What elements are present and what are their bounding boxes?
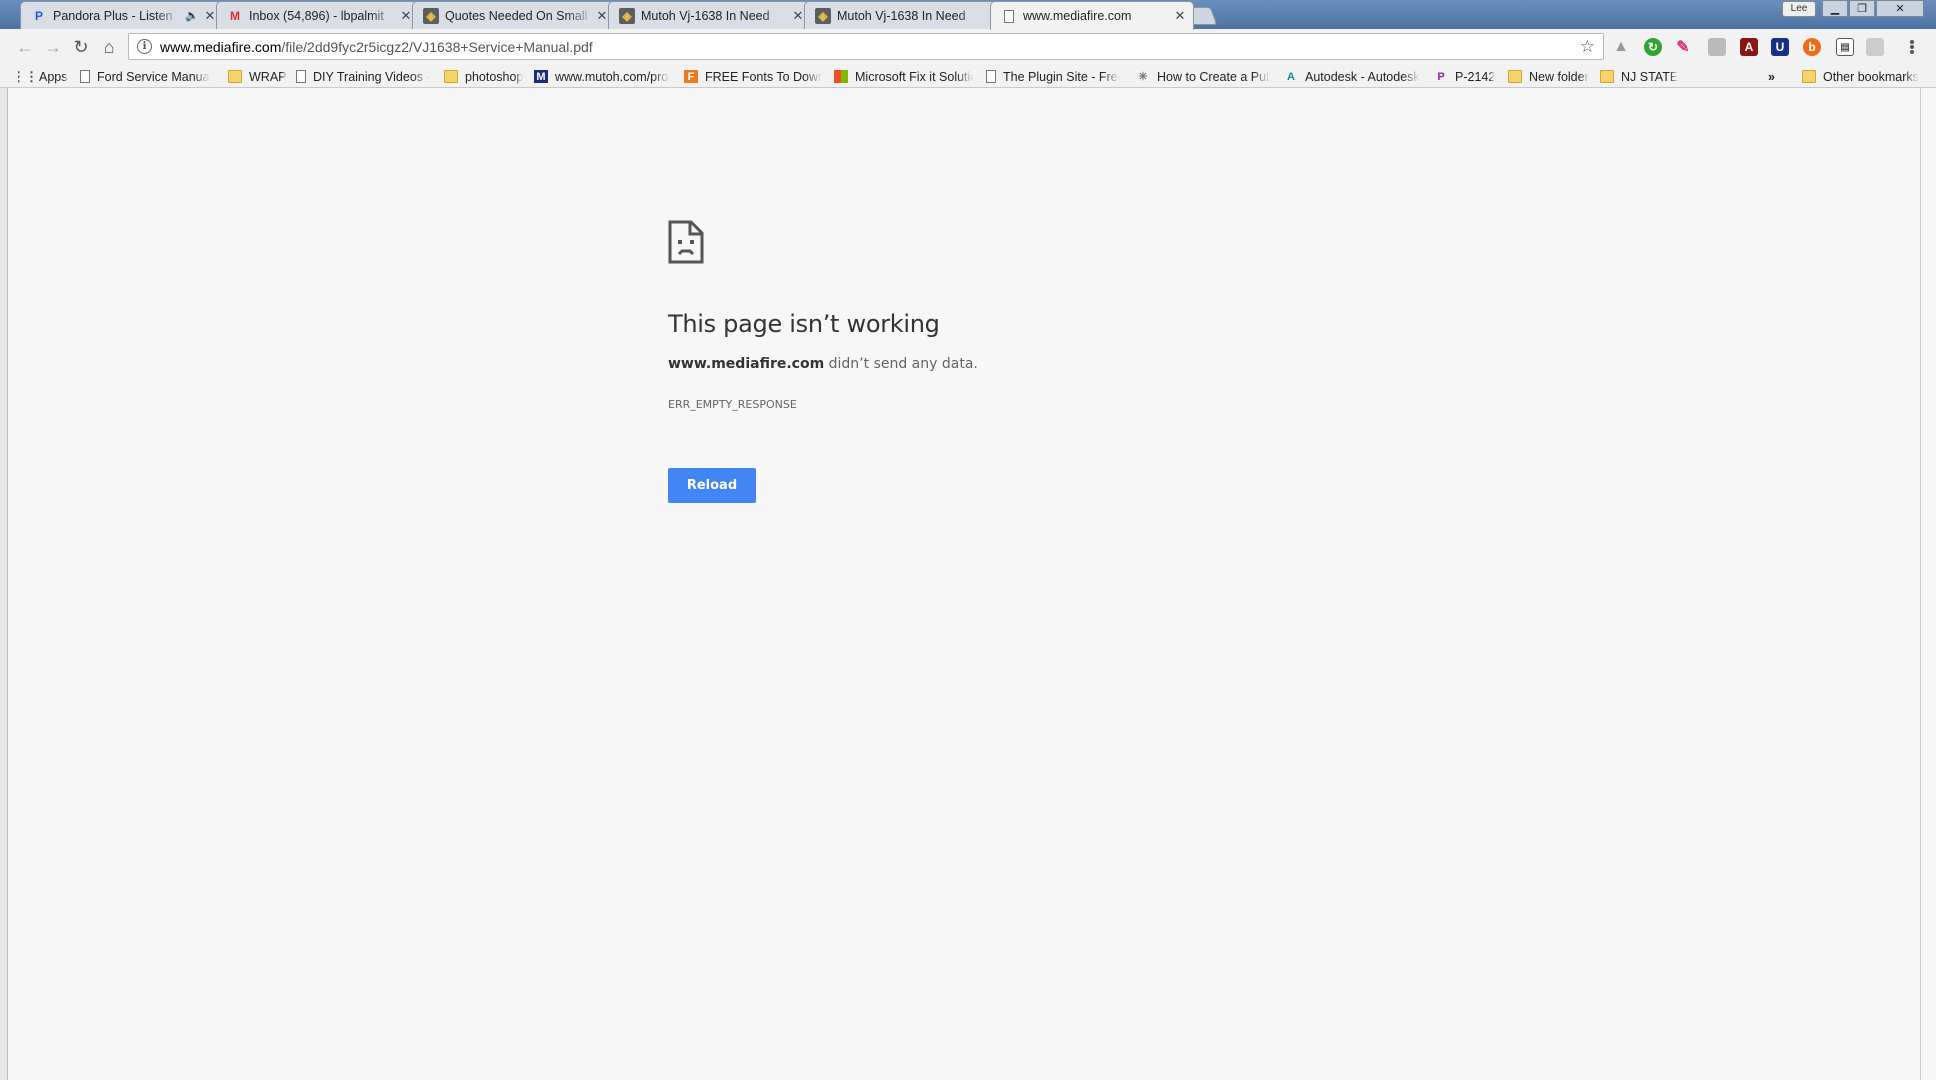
tab-title: Pandora Plus - Listen — [53, 8, 173, 23]
address-bar[interactable]: i www.mediafire.com/file/2dd9fyc2r5icgz2… — [128, 33, 1604, 60]
folder-icon — [444, 70, 458, 83]
back-icon[interactable]: ← — [14, 36, 36, 58]
folder-icon — [1508, 70, 1522, 83]
toolbar: ← → ↻ ⌂ i www.mediafire.com/file/2dd9fyc… — [0, 29, 1936, 65]
page-icon — [986, 70, 996, 83]
close-window-button[interactable]: ✕ — [1876, 0, 1924, 17]
b-extension-icon[interactable]: b — [1803, 38, 1821, 56]
minimize-button[interactable]: ▁ — [1822, 0, 1848, 17]
scrollbar[interactable] — [1920, 88, 1936, 1080]
image-extension-icon[interactable] — [1708, 38, 1726, 56]
close-tab-icon[interactable]: ✕ — [203, 8, 217, 24]
bookmark-howto[interactable]: ✳ How to Create a Publi — [1136, 67, 1270, 86]
bookmarks-overflow-button[interactable]: » — [1768, 67, 1775, 86]
gmail-icon: M — [230, 8, 240, 23]
audio-icon[interactable]: 🔈 — [185, 9, 199, 22]
folder-icon — [1600, 70, 1614, 83]
close-tab-icon[interactable]: ✕ — [1173, 8, 1187, 24]
tab-title: Quotes Needed On Small — [445, 8, 588, 23]
page-icon — [296, 70, 306, 83]
profile-button[interactable]: Lee — [1782, 1, 1816, 17]
acrobat-extension-icon[interactable]: A — [1740, 38, 1758, 56]
error-code: ERR_EMPTY_RESPONSE — [668, 398, 797, 411]
bookmark-apps[interactable]: ⋮⋮ Apps — [18, 67, 68, 86]
bookmarks-bar: ⋮⋮ Apps Ford Service Manuals WRAP DIY Tr… — [0, 65, 1936, 88]
bookmark-diy[interactable]: DIY Training Videos - — [296, 67, 430, 86]
bookmark-wrap[interactable]: WRAP — [228, 67, 287, 86]
window-extension-icon[interactable]: ▤ — [1836, 38, 1854, 56]
page-icon — [1001, 8, 1017, 24]
tab-quotes[interactable]: ◈ Quotes Needed On Small ✕ — [412, 1, 616, 29]
menu-icon[interactable] — [1904, 38, 1920, 56]
bookmark-p2142[interactable]: P P-2142 — [1434, 67, 1495, 86]
tab-pandora[interactable]: P Pandora Plus - Listen 🔈 ✕ — [20, 1, 224, 29]
cast-extension-icon[interactable] — [1866, 38, 1884, 56]
forum-icon: ◈ — [423, 7, 439, 24]
folder-icon — [1802, 70, 1816, 83]
tab-strip: P Pandora Plus - Listen 🔈 ✕ M Inbox (54,… — [0, 0, 1936, 30]
left-window-edge — [0, 88, 8, 1080]
pandora-icon: P — [34, 8, 43, 23]
bookmark-plugin[interactable]: The Plugin Site - Free — [986, 67, 1120, 86]
url-host: www.mediafire.com — [160, 38, 282, 55]
tab-mutoh-1[interactable]: ◈ Mutoh Vj-1638 In Need ✕ — [608, 1, 812, 29]
home-icon[interactable]: ⌂ — [98, 36, 120, 58]
bookmark-ford[interactable]: Ford Service Manuals — [80, 67, 210, 86]
autodesk-icon: A — [1287, 70, 1295, 83]
forward-icon[interactable]: → — [42, 36, 64, 58]
error-message: didn’t send any data. — [824, 356, 978, 372]
tab-mutoh-2[interactable]: ◈ Mutoh Vj-1638 In Need ✕ — [804, 1, 1008, 29]
bookmark-microsoft[interactable]: Microsoft Fix it Solutio — [834, 67, 974, 86]
close-tab-icon[interactable]: ✕ — [595, 8, 609, 24]
close-tab-icon[interactable]: ✕ — [791, 8, 805, 24]
tab-title: Mutoh Vj-1638 In Need — [641, 8, 770, 23]
tab-mediafire[interactable]: www.mediafire.com ✕ — [990, 1, 1194, 30]
pen-extension-icon[interactable]: ✎ — [1674, 38, 1692, 56]
bookmark-star-icon[interactable]: ☆ — [1580, 37, 1595, 57]
forum-icon: ◈ — [815, 7, 831, 24]
p-icon: P — [1437, 70, 1445, 83]
page-icon — [80, 70, 90, 83]
site-icon: ✳ — [1138, 71, 1148, 83]
reload-icon[interactable]: ↻ — [70, 36, 92, 58]
maximize-button[interactable]: ❐ — [1849, 0, 1875, 17]
drive-extension-icon[interactable]: ▲ — [1612, 38, 1630, 56]
bookmark-mutoh[interactable]: M www.mutoh.com/prod — [534, 67, 670, 86]
bookmark-autodesk[interactable]: A Autodesk - Autodesk — [1284, 67, 1420, 86]
apps-icon: ⋮⋮ — [18, 68, 38, 84]
bookmark-new-folder[interactable]: New folder — [1508, 67, 1589, 86]
close-tab-icon[interactable]: ✕ — [399, 8, 413, 24]
bookmark-other[interactable]: Other bookmarks — [1802, 67, 1919, 86]
error-description: www.mediafire.com didn’t send any data. — [668, 356, 978, 372]
folder-icon — [228, 70, 242, 83]
bookmark-photoshop[interactable]: photoshop — [444, 67, 523, 86]
bookmark-fonts[interactable]: F FREE Fonts To Downlo — [684, 67, 822, 86]
tab-title: Inbox (54,896) - lbpalmit — [249, 8, 384, 23]
error-page: This page isn’t working www.mediafire.co… — [8, 88, 1936, 1080]
bookmark-nj-state[interactable]: NJ STATE — [1600, 67, 1678, 86]
tab-title: www.mediafire.com — [1023, 9, 1132, 23]
tab-title: Mutoh Vj-1638 In Need — [837, 8, 966, 23]
u-extension-icon[interactable]: U — [1771, 38, 1789, 56]
reload-button[interactable]: Reload — [668, 468, 756, 503]
refresh-extension-icon[interactable]: ↻ — [1644, 38, 1662, 56]
sad-document-icon — [668, 220, 704, 264]
forum-icon: ◈ — [619, 7, 635, 24]
url-path: /file/2dd9fyc2r5icgz2/VJ1638+Service+Man… — [281, 38, 593, 55]
mutoh-icon: M — [534, 70, 548, 83]
tab-gmail[interactable]: M Inbox (54,896) - lbpalmit ✕ — [216, 1, 420, 29]
info-icon[interactable]: i — [137, 39, 152, 54]
fonts-icon: F — [684, 70, 698, 83]
microsoft-icon — [834, 70, 848, 83]
error-host: www.mediafire.com — [668, 356, 825, 372]
error-title: This page isn’t working — [668, 310, 940, 338]
